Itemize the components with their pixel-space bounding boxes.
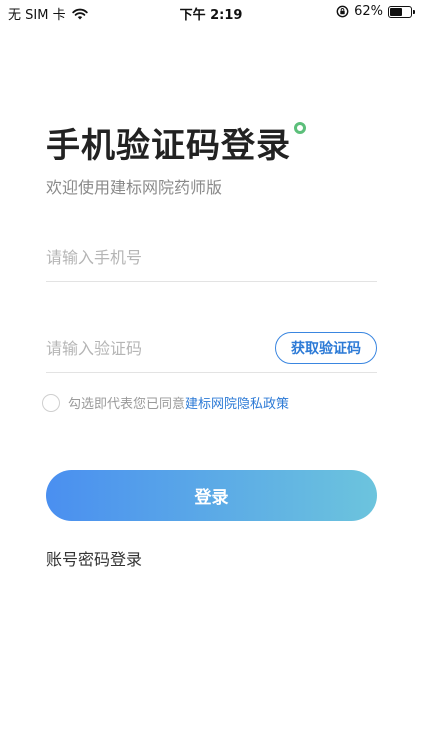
status-bar: 无 SIM 卡 下午 2:19 62%	[0, 0, 422, 24]
title-group: 手机验证码登录	[46, 118, 306, 167]
privacy-policy-link[interactable]: 建标网院隐私政策	[185, 393, 289, 412]
battery-percent: 62%	[354, 4, 383, 19]
get-code-button[interactable]: 获取验证码	[275, 332, 377, 364]
agreement-row: 勾选即代表您已同意 建标网院隐私政策	[42, 393, 289, 412]
status-right: 62%	[336, 4, 415, 19]
battery-level	[390, 7, 402, 16]
title-dot-decoration	[294, 122, 306, 134]
rotation-lock-icon	[336, 5, 349, 18]
phone-field	[46, 234, 377, 282]
password-login-link[interactable]: 账号密码登录	[46, 546, 142, 570]
phone-input[interactable]	[46, 234, 377, 281]
page-title: 手机验证码登录	[46, 126, 291, 166]
agreement-text: 勾选即代表您已同意	[68, 397, 186, 412]
agreement-checkbox[interactable]	[42, 393, 60, 412]
battery-icon	[388, 5, 415, 18]
code-field: 获取验证码	[46, 325, 377, 373]
login-button[interactable]: 登录	[46, 470, 377, 521]
login-screen: 无 SIM 卡 下午 2:19 62% 手机验证码登录 欢迎使用建标网院药师版 …	[0, 0, 422, 750]
code-input[interactable]	[46, 325, 266, 372]
page-subtitle: 欢迎使用建标网院药师版	[46, 178, 223, 197]
